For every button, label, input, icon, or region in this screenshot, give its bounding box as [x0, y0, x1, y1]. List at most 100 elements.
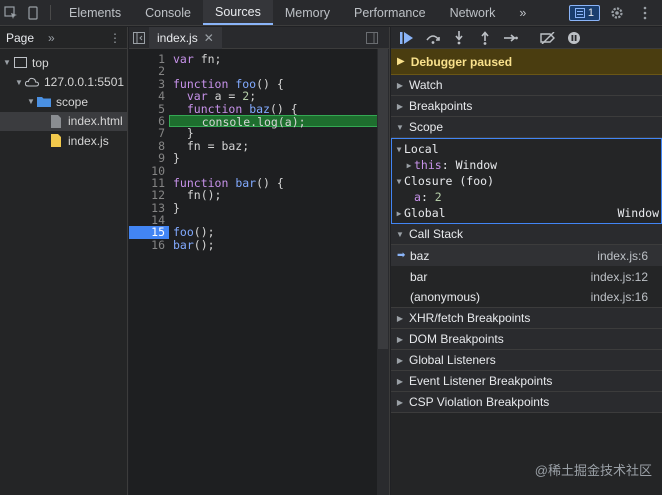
code-line-text: function baz() { [186, 101, 298, 116]
navigator-tab-page[interactable]: Page [6, 31, 34, 45]
expand-triangle-icon: ▼ [396, 122, 404, 132]
code-line[interactable]: 5 function baz() { [129, 101, 389, 116]
code-line[interactable]: 15 foo(); [129, 225, 389, 240]
scrollbar-thumb[interactable] [378, 49, 388, 349]
resume-icon[interactable] [399, 30, 415, 46]
line-number[interactable]: 7 [129, 127, 169, 140]
inspect-element-icon[interactable] [0, 0, 22, 25]
tab-elements[interactable]: Elements [57, 0, 133, 25]
deactivate-breakpoints-icon[interactable] [540, 30, 556, 46]
issues-badge[interactable]: 1 [568, 4, 600, 21]
step-over-icon[interactable] [425, 30, 441, 46]
scope-closure[interactable]: ▼ Closure (foo) [392, 173, 661, 189]
tree-item-top[interactable]: ▼ top [0, 53, 127, 73]
close-icon[interactable]: ✕ [204, 31, 214, 45]
tab-console[interactable]: Console [133, 0, 203, 25]
expand-triangle-icon: ▼ [15, 77, 23, 87]
issues-icon [574, 7, 585, 18]
tab-network[interactable]: Network [438, 0, 508, 25]
scope-prop-a[interactable]: a: 2 [392, 189, 661, 205]
code-line-text: var fn; [173, 52, 222, 66]
current-frame-arrow-icon: ➡ [397, 250, 406, 261]
more-tabs-button[interactable]: » [507, 0, 538, 25]
section-watch[interactable]: ▶ Watch [391, 75, 662, 96]
issues-count: 1 [587, 6, 594, 19]
editor-tab-bar: index.js ✕ [129, 26, 389, 49]
line-number[interactable]: 2 [129, 65, 169, 78]
line-number[interactable]: 12 [129, 189, 169, 202]
code-line[interactable]: 14 [129, 214, 389, 227]
code-line[interactable]: 11 function bar() { [129, 177, 389, 190]
section-scope[interactable]: ▼ Scope [391, 117, 662, 138]
section-dom-breakpoints[interactable]: ▶ DOM Breakpoints [391, 329, 662, 350]
code-lines[interactable]: 1 var fn; 2 3 function foo() {4 var a = 2; 5… [129, 49, 389, 251]
section-breakpoints[interactable]: ▶ Breakpoints [391, 96, 662, 117]
section-call-stack[interactable]: ▼ Call Stack [391, 224, 662, 245]
code-line[interactable]: 12 fn(); [129, 188, 389, 203]
step-into-icon[interactable] [451, 30, 467, 46]
scope-local[interactable]: ▼ Local [392, 141, 661, 157]
pause-on-exceptions-icon[interactable] [566, 30, 582, 46]
call-frame-anonymous[interactable]: (anonymous) index.js:16 [391, 287, 662, 308]
tree-item-origin[interactable]: ▼ 127.0.0.1:5501 [0, 73, 127, 93]
code-line[interactable]: 13} [129, 200, 389, 215]
scope-global[interactable]: ▶ Global Window [392, 205, 661, 221]
section-csp-violation-breakpoints[interactable]: ▶ CSP Violation Breakpoints [391, 392, 662, 413]
call-frame-baz[interactable]: ➡ baz index.js:6 [391, 245, 662, 266]
toggle-navigator-icon[interactable] [129, 31, 149, 44]
call-frame-bar[interactable]: bar index.js:12 [391, 266, 662, 287]
scope-prop-this[interactable]: ▶ this: Window [392, 157, 661, 173]
line-number[interactable]: 16 [129, 238, 169, 251]
section-global-listeners[interactable]: ▶ Global Listeners [391, 350, 662, 371]
code-line[interactable]: 8 fn = baz; [129, 138, 389, 153]
editor-tab-index-js[interactable]: index.js ✕ [149, 26, 222, 49]
code-line[interactable]: 16 bar(); [129, 238, 389, 251]
tab-sources[interactable]: Sources [202, 0, 273, 25]
collapsed-triangle-icon: ▶ [406, 160, 412, 170]
code-line-text: foo(); [173, 225, 215, 240]
tree-item-file-js[interactable]: index.js [0, 131, 127, 151]
navigator-more-button[interactable]: » [48, 31, 55, 45]
collapsed-triangle-icon: ▶ [396, 313, 404, 323]
file-icon [48, 114, 64, 128]
code-line[interactable]: 7 } [129, 127, 389, 140]
tab-performance[interactable]: Performance [342, 0, 438, 25]
kebab-menu-icon[interactable] [634, 6, 656, 20]
expand-triangle-icon: ▼ [396, 229, 404, 239]
toggle-debugger-icon[interactable] [361, 31, 383, 44]
code-line[interactable]: 3 function foo() { [129, 77, 389, 90]
watermark-text: @稀土掘金技术社区 [534, 463, 652, 478]
code-line[interactable]: 2 [129, 65, 389, 78]
step-icon[interactable] [503, 30, 519, 46]
code-line[interactable]: 1 var fn; [129, 52, 389, 66]
devtools-tab-bar: Elements Console Sources Memory Performa… [0, 0, 662, 26]
toolbar-divider [50, 5, 51, 20]
code-line-text: fn = baz; [173, 138, 250, 153]
code-line-text: } [173, 200, 180, 215]
editor-scrollbar[interactable] [377, 49, 389, 495]
tab-memory[interactable]: Memory [273, 0, 342, 25]
code-line[interactable]: 6 console.log(a); [129, 115, 389, 128]
cloud-icon [24, 75, 40, 89]
line-number[interactable]: 4 [129, 90, 169, 103]
navigator-menu-icon[interactable]: ⋮ [109, 31, 121, 45]
tree-item-file-html[interactable]: index.html [0, 111, 127, 131]
gear-icon[interactable] [606, 6, 628, 20]
expand-triangle-icon: ▼ [3, 58, 11, 68]
device-toolbar-icon[interactable] [22, 0, 44, 25]
line-number[interactable]: 9 [129, 152, 169, 165]
collapsed-triangle-icon: ▶ [396, 80, 404, 90]
js-file-icon [48, 134, 64, 148]
tree-item-folder[interactable]: ▼ scope [0, 92, 127, 112]
scope-tree: ▼ Local ▶ this: Window ▼ Closure (foo) a… [391, 138, 662, 224]
code-line[interactable]: 9} [129, 152, 389, 165]
step-out-icon[interactable] [477, 30, 493, 46]
code-line-text: fn(); [173, 188, 222, 203]
debugger-sidebar: ▶ Debugger paused ▶ Watch ▶ Breakpoints … [391, 27, 662, 495]
expand-triangle-icon: ▼ [396, 144, 402, 154]
collapsed-triangle-icon: ▶ [396, 397, 404, 407]
section-xhr-breakpoints[interactable]: ▶ XHR/fetch Breakpoints [391, 308, 662, 329]
breakpoint-line-number[interactable]: 15 [129, 226, 169, 239]
section-event-listener-breakpoints[interactable]: ▶ Event Listener Breakpoints [391, 371, 662, 392]
expand-triangle-icon: ▼ [27, 97, 35, 107]
